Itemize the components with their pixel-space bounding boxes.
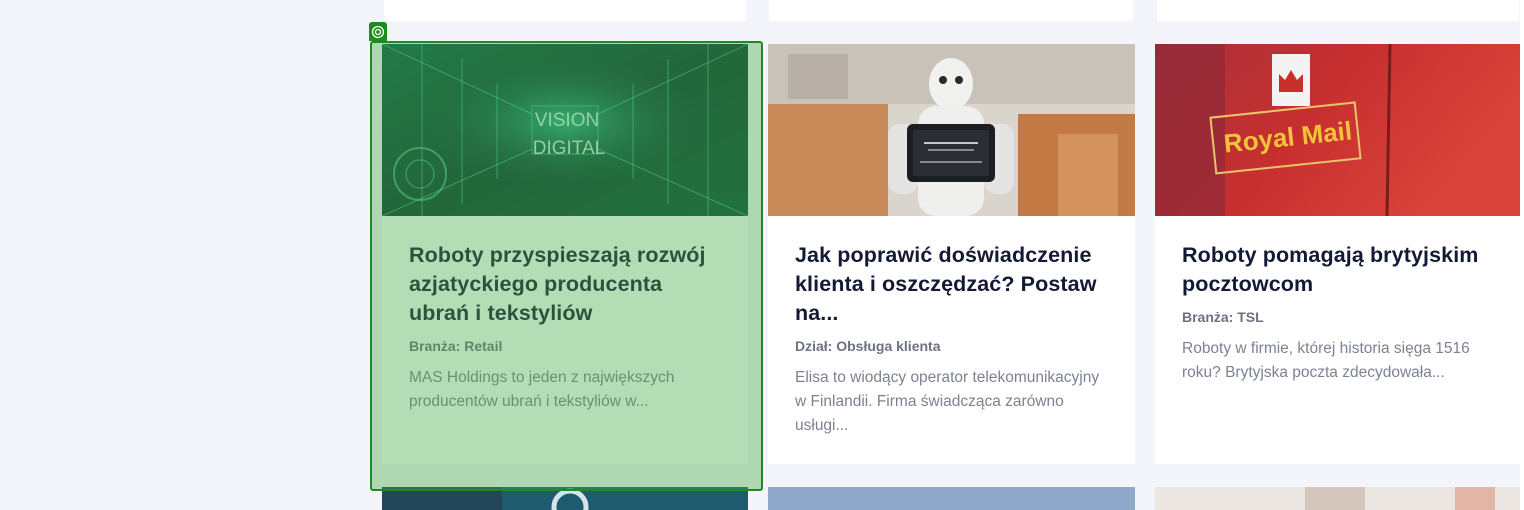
- card-image-royal-mail-van: Royal Mail: [1155, 44, 1520, 216]
- image-text-vision: VISION: [535, 110, 599, 131]
- card-title[interactable]: Roboty pomagają brytyjskim pocztowcom: [1182, 241, 1498, 299]
- case-study-card[interactable]: VISION DIGITAL Roboty przyspieszają rozw…: [382, 44, 748, 464]
- card-image-vision-digital: VISION DIGITAL: [382, 44, 748, 216]
- case-study-card[interactable]: Royal Mail Roboty pomagają brytyjskim po…: [1155, 44, 1520, 464]
- card-body: Jak poprawić doświadczenie klienta i osz…: [795, 241, 1113, 438]
- next-card-image[interactable]: [1155, 487, 1520, 510]
- page-edge: [1520, 0, 1524, 510]
- card-industry: Branża: TSL: [1182, 309, 1264, 325]
- card-title[interactable]: Roboty przyspieszają rozwój azjatyckiego…: [409, 241, 726, 328]
- card-department: Dział: Obsługa klienta: [795, 338, 941, 354]
- target-icon: [371, 25, 385, 39]
- card-above-3[interactable]: [1157, 0, 1519, 21]
- image-text-digital: DIGITAL: [533, 138, 606, 159]
- card-above-2[interactable]: [769, 0, 1133, 21]
- card-body: Roboty przyspieszają rozwój azjatyckiego…: [409, 241, 726, 414]
- card-body: Roboty pomagają brytyjskim pocztowcom Br…: [1182, 241, 1498, 385]
- card-excerpt: MAS Holdings to jeden z największych pro…: [409, 369, 675, 410]
- next-card-image[interactable]: [382, 487, 748, 510]
- next-card-image[interactable]: [768, 487, 1135, 510]
- case-study-card[interactable]: Jak poprawić doświadczenie klienta i osz…: [768, 44, 1135, 464]
- card-title[interactable]: Jak poprawić doświadczenie klienta i osz…: [795, 241, 1113, 328]
- card-industry: Branża: Retail: [409, 338, 503, 354]
- card-excerpt: Elisa to wiodący operator telekomunikacy…: [795, 369, 1100, 434]
- page: VISION DIGITAL Roboty przyspieszają rozw…: [0, 0, 1524, 510]
- highlight-badge: [369, 22, 387, 41]
- card-excerpt: Roboty w firmie, której historia sięga 1…: [1182, 340, 1470, 381]
- card-above-1[interactable]: [384, 0, 746, 21]
- card-image-pepper-robot: [768, 44, 1135, 216]
